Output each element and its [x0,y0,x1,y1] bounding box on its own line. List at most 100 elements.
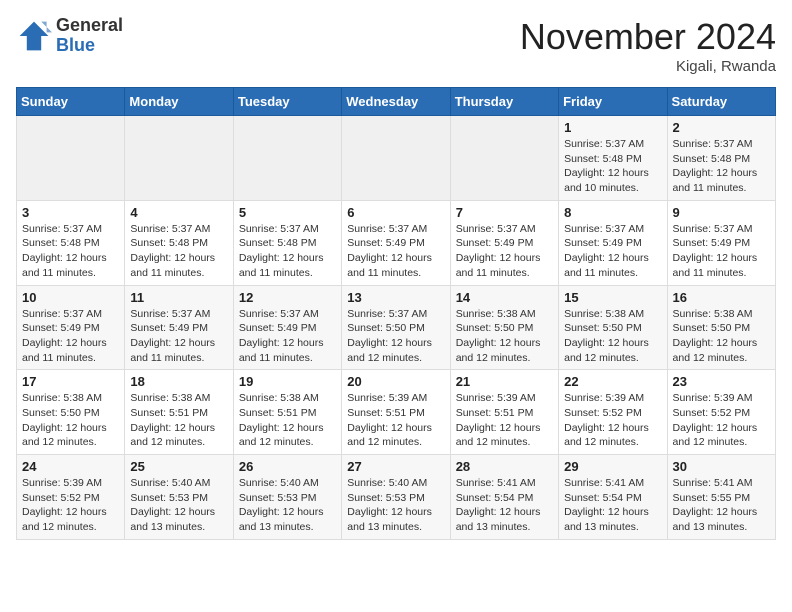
day-number: 13 [347,290,444,305]
day-info: Sunrise: 5:38 AM Sunset: 5:51 PM Dayligh… [239,391,336,450]
calendar-cell [342,116,450,201]
weekday-header: Wednesday [342,88,450,116]
calendar-cell: 28Sunrise: 5:41 AM Sunset: 5:54 PM Dayli… [450,455,558,540]
calendar-cell: 13Sunrise: 5:37 AM Sunset: 5:50 PM Dayli… [342,285,450,370]
logo-general: General [56,16,123,36]
day-number: 17 [22,374,119,389]
logo: General Blue [16,16,123,56]
day-number: 15 [564,290,661,305]
calendar-cell: 22Sunrise: 5:39 AM Sunset: 5:52 PM Dayli… [559,370,667,455]
day-info: Sunrise: 5:39 AM Sunset: 5:51 PM Dayligh… [456,391,553,450]
day-info: Sunrise: 5:40 AM Sunset: 5:53 PM Dayligh… [239,476,336,535]
day-number: 12 [239,290,336,305]
day-number: 29 [564,459,661,474]
day-number: 28 [456,459,553,474]
weekday-header: Sunday [17,88,125,116]
calendar-cell: 4 Sunrise: 5:37 AM Sunset: 5:48 PM Daylig… [125,200,233,285]
calendar-cell: 16 Sunrise: 5:38 AM Sunset: 5:50 PM Dayli… [667,285,775,370]
calendar-cell [233,116,341,201]
day-info: Sunrise: 5:37 AM Sunset: 5:48 PM Dayligh… [673,137,770,196]
day-number: 24 [22,459,119,474]
calendar-week-row: 1Sunrise: 5:37 AM Sunset: 5:48 PM Daylig… [17,116,776,201]
day-number: 20 [347,374,444,389]
calendar-cell: 27 Sunrise: 5:40 AM Sunset: 5:53 PM Dayli… [342,455,450,540]
day-number: 6 [347,205,444,220]
day-info: Sunrise: 5:40 AM Sunset: 5:53 PM Dayligh… [347,476,444,535]
calendar-cell: 3 Sunrise: 5:37 AM Sunset: 5:48 PM Daylig… [17,200,125,285]
calendar-cell: 19 Sunrise: 5:38 AM Sunset: 5:51 PM Dayli… [233,370,341,455]
day-info: Sunrise: 5:39 AM Sunset: 5:52 PM Dayligh… [564,391,661,450]
day-number: 23 [673,374,770,389]
calendar-cell: 18Sunrise: 5:38 AM Sunset: 5:51 PM Dayli… [125,370,233,455]
calendar-header-row: SundayMondayTuesdayWednesdayThursdayFrid… [17,88,776,116]
day-number: 19 [239,374,336,389]
day-info: Sunrise: 5:37 AM Sunset: 5:49 PM Dayligh… [239,307,336,366]
calendar-cell: 7Sunrise: 5:37 AM Sunset: 5:49 PM Daylig… [450,200,558,285]
day-info: Sunrise: 5:38 AM Sunset: 5:50 PM Dayligh… [673,307,770,366]
day-number: 30 [673,459,770,474]
day-number: 27 [347,459,444,474]
day-info: Sunrise: 5:38 AM Sunset: 5:50 PM Dayligh… [22,391,119,450]
calendar-cell [17,116,125,201]
logo-blue: Blue [56,36,123,56]
weekday-header: Friday [559,88,667,116]
calendar-cell: 8Sunrise: 5:37 AM Sunset: 5:49 PM Daylig… [559,200,667,285]
calendar-cell: 2 Sunrise: 5:37 AM Sunset: 5:48 PM Daylig… [667,116,775,201]
title-block: November 2024 Kigali, Rwanda [520,16,776,75]
day-number: 11 [130,290,227,305]
logo-icon [16,18,52,54]
day-number: 9 [673,205,770,220]
day-info: Sunrise: 5:41 AM Sunset: 5:54 PM Dayligh… [564,476,661,535]
day-info: Sunrise: 5:38 AM Sunset: 5:50 PM Dayligh… [564,307,661,366]
calendar-cell: 10 Sunrise: 5:37 AM Sunset: 5:49 PM Dayli… [17,285,125,370]
day-info: Sunrise: 5:37 AM Sunset: 5:48 PM Dayligh… [130,222,227,281]
weekday-header: Monday [125,88,233,116]
day-number: 2 [673,120,770,135]
day-info: Sunrise: 5:37 AM Sunset: 5:49 PM Dayligh… [347,222,444,281]
day-number: 14 [456,290,553,305]
weekday-header: Saturday [667,88,775,116]
day-number: 3 [22,205,119,220]
day-number: 25 [130,459,227,474]
day-info: Sunrise: 5:39 AM Sunset: 5:51 PM Dayligh… [347,391,444,450]
day-info: Sunrise: 5:39 AM Sunset: 5:52 PM Dayligh… [673,391,770,450]
calendar-cell: 14Sunrise: 5:38 AM Sunset: 5:50 PM Dayli… [450,285,558,370]
calendar-cell: 12 Sunrise: 5:37 AM Sunset: 5:49 PM Dayli… [233,285,341,370]
day-info: Sunrise: 5:37 AM Sunset: 5:48 PM Dayligh… [22,222,119,281]
day-info: Sunrise: 5:39 AM Sunset: 5:52 PM Dayligh… [22,476,119,535]
day-number: 7 [456,205,553,220]
weekday-header: Tuesday [233,88,341,116]
day-info: Sunrise: 5:37 AM Sunset: 5:49 PM Dayligh… [22,307,119,366]
calendar-table: SundayMondayTuesdayWednesdayThursdayFrid… [16,87,776,540]
day-number: 10 [22,290,119,305]
location: Kigali, Rwanda [520,58,776,75]
calendar-cell: 25 Sunrise: 5:40 AM Sunset: 5:53 PM Dayli… [125,455,233,540]
calendar-cell: 5Sunrise: 5:37 AM Sunset: 5:48 PM Daylig… [233,200,341,285]
day-info: Sunrise: 5:40 AM Sunset: 5:53 PM Dayligh… [130,476,227,535]
calendar-cell: 1Sunrise: 5:37 AM Sunset: 5:48 PM Daylig… [559,116,667,201]
day-number: 16 [673,290,770,305]
day-info: Sunrise: 5:37 AM Sunset: 5:48 PM Dayligh… [239,222,336,281]
calendar-week-row: 3 Sunrise: 5:37 AM Sunset: 5:48 PM Daylig… [17,200,776,285]
day-info: Sunrise: 5:37 AM Sunset: 5:48 PM Dayligh… [564,137,661,196]
calendar-cell: 21Sunrise: 5:39 AM Sunset: 5:51 PM Dayli… [450,370,558,455]
calendar-cell: 6 Sunrise: 5:37 AM Sunset: 5:49 PM Daylig… [342,200,450,285]
calendar-cell [450,116,558,201]
logo-text: General Blue [56,16,123,56]
day-info: Sunrise: 5:37 AM Sunset: 5:49 PM Dayligh… [673,222,770,281]
calendar-cell: 15 Sunrise: 5:38 AM Sunset: 5:50 PM Dayli… [559,285,667,370]
day-info: Sunrise: 5:38 AM Sunset: 5:51 PM Dayligh… [130,391,227,450]
calendar-cell: 20 Sunrise: 5:39 AM Sunset: 5:51 PM Dayli… [342,370,450,455]
day-info: Sunrise: 5:41 AM Sunset: 5:55 PM Dayligh… [673,476,770,535]
calendar-week-row: 17 Sunrise: 5:38 AM Sunset: 5:50 PM Dayli… [17,370,776,455]
day-info: Sunrise: 5:37 AM Sunset: 5:49 PM Dayligh… [130,307,227,366]
calendar-cell: 29 Sunrise: 5:41 AM Sunset: 5:54 PM Dayli… [559,455,667,540]
day-number: 8 [564,205,661,220]
calendar-cell: 11 Sunrise: 5:37 AM Sunset: 5:49 PM Dayli… [125,285,233,370]
weekday-header: Thursday [450,88,558,116]
calendar-cell: 30 Sunrise: 5:41 AM Sunset: 5:55 PM Dayli… [667,455,775,540]
month-title: November 2024 [520,16,776,58]
calendar-cell: 9 Sunrise: 5:37 AM Sunset: 5:49 PM Daylig… [667,200,775,285]
day-number: 4 [130,205,227,220]
page-header: General Blue November 2024 Kigali, Rwand… [16,16,776,75]
